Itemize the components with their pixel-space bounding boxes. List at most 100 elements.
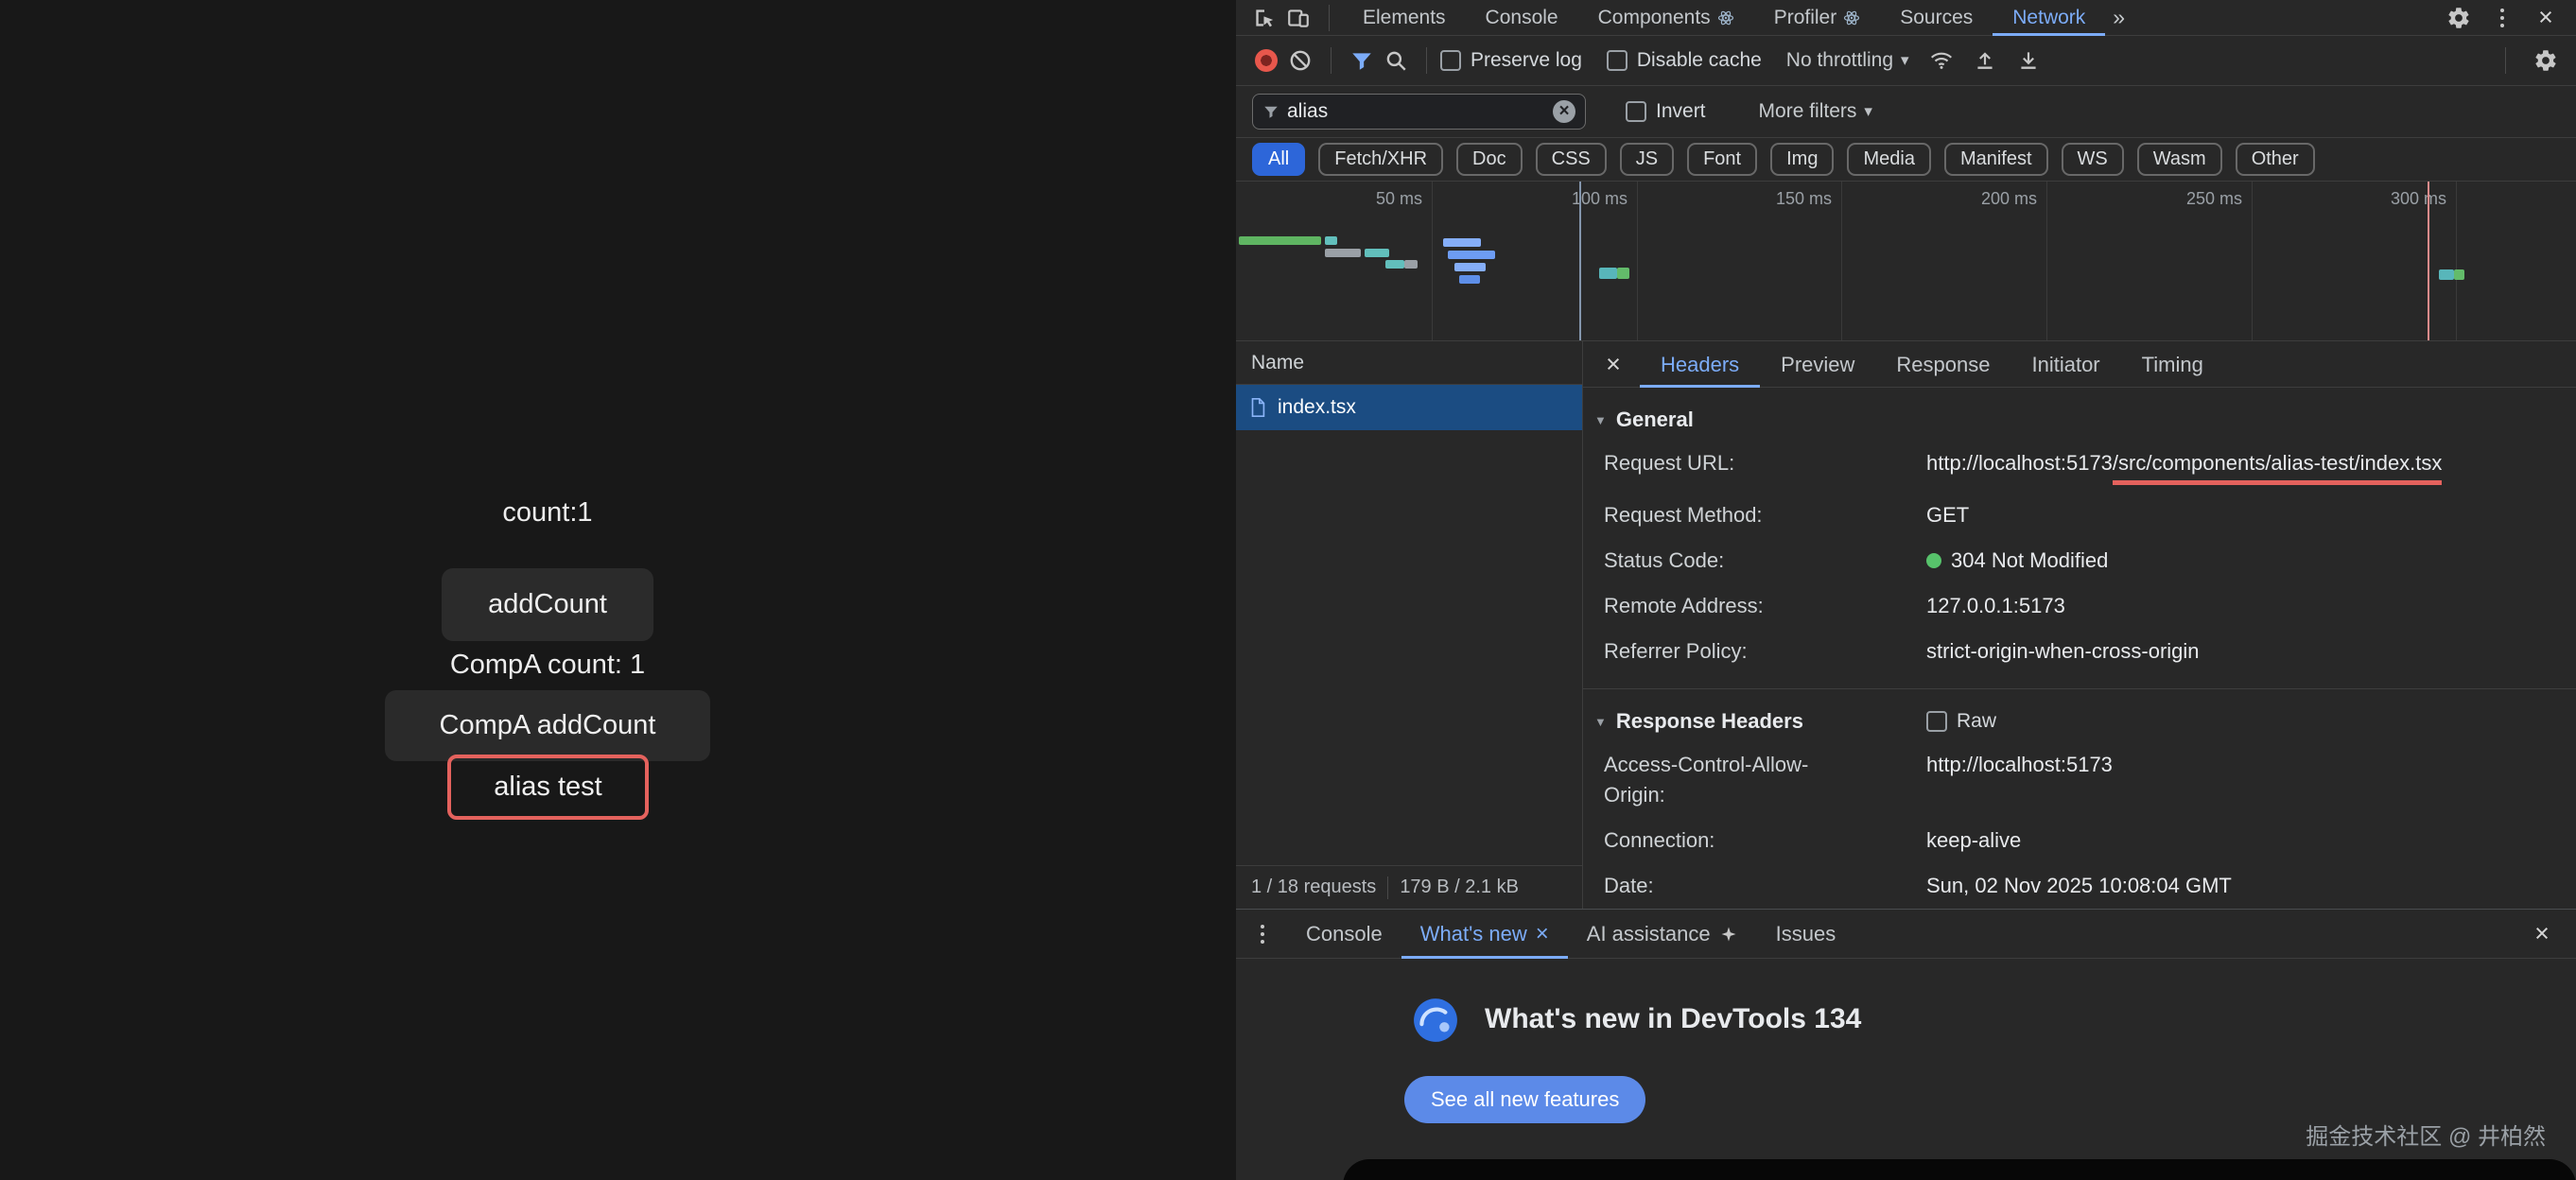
drawer-tab-whats-new[interactable]: What's new × — [1401, 910, 1568, 959]
tab-console[interactable]: Console — [1466, 0, 1578, 36]
request-row-index-tsx[interactable]: index.tsx — [1236, 385, 1582, 430]
divider — [1583, 688, 2576, 689]
filter-input[interactable] — [1287, 100, 1545, 123]
more-filters-dropdown[interactable]: More filters ▾ — [1759, 100, 1872, 123]
drawer: Console What's new × AI assistance Issue… — [1236, 909, 2576, 1180]
clear-icon[interactable] — [1283, 43, 1317, 78]
search-icon[interactable] — [1379, 43, 1413, 78]
invert-checkbox[interactable] — [1626, 101, 1646, 122]
requests-count: 1 / 18 requests — [1236, 876, 1376, 898]
request-table: Name index.tsx 1 / 18 requests 179 B / 2… — [1236, 341, 1583, 909]
pill-js[interactable]: JS — [1620, 143, 1674, 176]
type-filter-bar: All Fetch/XHR Doc CSS JS Font Img Media … — [1236, 138, 2576, 182]
filter-input-wrap: × — [1252, 94, 1586, 130]
pill-wasm[interactable]: Wasm — [2137, 143, 2222, 176]
alias-test-button[interactable]: alias test — [447, 755, 649, 820]
kv-request-method: Request Method: GET — [1583, 493, 2576, 538]
pill-img[interactable]: Img — [1770, 143, 1834, 176]
network-conditions-icon[interactable] — [1924, 43, 1958, 78]
kv-status-code: Status Code: 304 Not Modified — [1583, 538, 2576, 583]
bottom-overlay — [1343, 1159, 2576, 1180]
pill-fetch-xhr[interactable]: Fetch/XHR — [1318, 143, 1443, 176]
funnel-icon — [1262, 103, 1279, 120]
kv-referrer-policy: Referrer Policy: strict-origin-when-cros… — [1583, 629, 2576, 674]
triangle-icon: ▼ — [1594, 715, 1607, 729]
devtools-tabbar: Elements Console Components Profiler Sou… — [1236, 0, 2576, 36]
tab-sources[interactable]: Sources — [1880, 0, 1993, 36]
kv-date: Date: Sun, 02 Nov 2025 10:08:04 GMT — [1583, 863, 2576, 909]
import-har-icon[interactable] — [1968, 43, 2002, 78]
tab-network[interactable]: Network — [1993, 0, 2105, 36]
details-close-icon[interactable]: × — [1596, 347, 1630, 381]
devtools-panel: Elements Console Components Profiler Sou… — [1236, 0, 2576, 1180]
compa-add-count-button[interactable]: CompA addCount — [385, 690, 710, 761]
settings-gear-icon[interactable] — [2442, 1, 2476, 35]
drawer-kebab-icon[interactable] — [1245, 917, 1279, 951]
network-settings-gear-icon[interactable] — [2529, 43, 2563, 78]
divider — [2505, 47, 2506, 74]
preserve-log-checkbox[interactable] — [1440, 50, 1461, 71]
transferred-size: 179 B / 2.1 kB — [1400, 876, 1519, 898]
details-panel: × Headers Preview Response Initiator Tim… — [1583, 341, 2576, 909]
export-har-icon[interactable] — [2011, 43, 2045, 78]
drawer-tabbar: Console What's new × AI assistance Issue… — [1236, 910, 2576, 959]
pill-css[interactable]: CSS — [1536, 143, 1607, 176]
watermark: 掘金技术社区 @ 井柏然 — [2306, 1118, 2546, 1151]
tab-profiler[interactable]: Profiler — [1754, 0, 1881, 36]
pill-other[interactable]: Other — [2236, 143, 2315, 176]
pill-ws[interactable]: WS — [2062, 143, 2124, 176]
more-tabs-icon[interactable]: » — [2105, 5, 2132, 30]
divider — [1387, 876, 1388, 899]
drawer-tab-issues[interactable]: Issues — [1757, 910, 1855, 959]
drawer-tab-ai-assistance[interactable]: AI assistance — [1568, 910, 1757, 959]
clear-filter-icon[interactable]: × — [1553, 100, 1575, 123]
pill-all[interactable]: All — [1252, 143, 1305, 176]
filter-bar: × Invert More filters ▾ — [1236, 86, 2576, 138]
invert-label: Invert — [1656, 100, 1706, 123]
pill-manifest[interactable]: Manifest — [1944, 143, 2048, 176]
drawer-close-icon[interactable]: × — [2525, 917, 2559, 951]
pill-media[interactable]: Media — [1847, 143, 1930, 176]
spark-icon — [1719, 925, 1738, 944]
tab-timing[interactable]: Timing — [2121, 341, 2224, 388]
tab-components[interactable]: Components — [1578, 0, 1754, 36]
filter-icon[interactable] — [1345, 43, 1379, 78]
chevron-down-icon: ▾ — [1864, 102, 1872, 121]
add-count-button[interactable]: addCount — [442, 568, 653, 641]
raw-label: Raw — [1957, 710, 1996, 733]
details-tabbar: × Headers Preview Response Initiator Tim… — [1583, 341, 2576, 388]
devtools-close-icon[interactable]: × — [2529, 1, 2563, 35]
name-column-header[interactable]: Name — [1236, 341, 1582, 385]
raw-checkbox[interactable] — [1926, 711, 1947, 732]
record-icon[interactable] — [1249, 43, 1283, 78]
tab-close-icon[interactable]: × — [1536, 921, 1549, 947]
pill-font[interactable]: Font — [1687, 143, 1757, 176]
waterfall-overview[interactable]: 50 ms 100 ms 150 ms 200 ms 250 ms 300 ms — [1236, 182, 2576, 341]
chevron-down-icon: ▾ — [1901, 51, 1909, 70]
tab-preview[interactable]: Preview — [1760, 341, 1875, 388]
app-page: count:1 addCount CompA count: 1 CompA ad… — [0, 0, 1236, 1180]
inspect-icon[interactable] — [1247, 1, 1281, 35]
drawer-tab-console[interactable]: Console — [1287, 910, 1401, 959]
throttling-dropdown[interactable]: No throttling ▾ — [1786, 49, 1909, 72]
kebab-menu-icon[interactable] — [2485, 1, 2519, 35]
react-atom-icon — [1717, 9, 1734, 26]
preserve-log-label: Preserve log — [1471, 49, 1582, 72]
react-atom-icon — [1843, 9, 1860, 26]
kv-access-control-allow-origin: Access-Control-Allow- Origin: http://loc… — [1583, 742, 2576, 818]
disable-cache-checkbox[interactable] — [1607, 50, 1627, 71]
kv-connection: Connection: keep-alive — [1583, 818, 2576, 863]
tab-elements[interactable]: Elements — [1343, 0, 1466, 36]
compa-count-label: CompA count: 1 — [0, 650, 1095, 681]
url-annotation: /src/components/alias-test/index.tsx — [2113, 448, 2442, 485]
whats-new-panel: What's new in DevTools 134 See all new f… — [1236, 959, 2576, 1180]
see-all-new-features-button[interactable]: See all new features — [1404, 1076, 1645, 1123]
response-headers-section-header[interactable]: ▼ Response Headers Raw — [1583, 701, 2576, 742]
general-section-header[interactable]: ▼ General — [1583, 399, 2576, 441]
device-toolbar-icon[interactable] — [1281, 1, 1315, 35]
tab-initiator[interactable]: Initiator — [2010, 341, 2120, 388]
pill-doc[interactable]: Doc — [1456, 143, 1523, 176]
triangle-icon: ▼ — [1594, 413, 1607, 427]
tab-response[interactable]: Response — [1875, 341, 2010, 388]
tab-headers[interactable]: Headers — [1640, 341, 1760, 388]
